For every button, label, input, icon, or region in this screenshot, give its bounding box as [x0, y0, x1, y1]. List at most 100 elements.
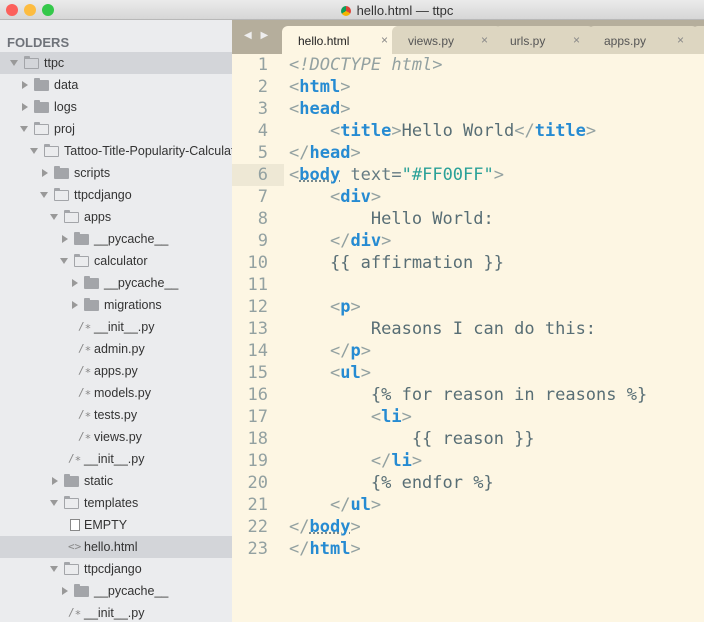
tree-item[interactable]: ttpcdjango	[0, 184, 232, 206]
tree-item[interactable]: templates	[0, 492, 232, 514]
tab-close-icon[interactable]: ×	[381, 33, 388, 47]
disclosure-closed-icon[interactable]	[22, 103, 28, 111]
tree-item[interactable]: /∗ admin.py	[0, 338, 232, 360]
tab-label: apps.py	[604, 34, 647, 48]
code-token: >	[370, 495, 382, 515]
tree-item[interactable]: scripts	[0, 162, 232, 184]
disclosure-closed-icon[interactable]	[62, 235, 68, 243]
line-number: 21	[247, 495, 268, 515]
tree-item[interactable]: __pycache__	[0, 272, 232, 294]
tree-item[interactable]: logs	[0, 96, 232, 118]
tree-item-label: __pycache__	[104, 276, 179, 290]
tree-item[interactable]: apps	[0, 206, 232, 228]
tab-close-icon[interactable]: ×	[573, 33, 580, 47]
disclosure-closed-icon[interactable]	[52, 477, 58, 485]
code-token: <	[370, 407, 382, 427]
line-number: 10	[247, 253, 268, 273]
disclosure-open-icon[interactable]	[50, 214, 58, 220]
disclosure-closed-icon[interactable]	[62, 587, 68, 595]
disclosure-open-icon[interactable]	[30, 148, 38, 154]
tree-item-label: __init__.py	[84, 606, 145, 620]
disclosure-open-icon[interactable]	[10, 60, 18, 66]
tree-item-label: Tattoo-Title-Popularity-Calculator	[64, 144, 232, 158]
tree-item[interactable]: ttpc	[0, 52, 232, 74]
disclosure-closed-icon[interactable]	[42, 169, 48, 177]
python-file-icon: /∗	[78, 342, 92, 355]
code-token: li	[391, 451, 412, 471]
code-token: <	[289, 165, 300, 185]
code-token: p	[340, 297, 351, 317]
tree-item[interactable]: /∗ __init__.py	[0, 316, 232, 338]
code-token: {{ reason }}	[289, 429, 535, 449]
tree-item[interactable]: <> hello.html	[0, 536, 232, 558]
tree-item[interactable]: EMPTY	[0, 514, 232, 536]
open-folder-icon	[63, 209, 79, 223]
disclosure-closed-icon[interactable]	[72, 301, 78, 309]
python-file-icon: /∗	[78, 364, 92, 377]
tree-item[interactable]: calculator	[0, 250, 232, 272]
code-token: </	[289, 143, 310, 163]
tab-urls-py[interactable]: urls.py ×	[494, 26, 594, 54]
tree-item[interactable]: __pycache__	[0, 228, 232, 250]
disclosure-closed-icon[interactable]	[72, 279, 78, 287]
disclosure-open-icon[interactable]	[20, 126, 28, 132]
code-line: 3 <head>	[232, 98, 704, 120]
folder-icon	[34, 78, 49, 91]
disclosure-open-icon[interactable]	[40, 192, 48, 198]
tree-item[interactable]: __pycache__	[0, 580, 232, 602]
tree-item[interactable]: Tattoo-Title-Popularity-Calculator	[0, 140, 232, 162]
tree-item-label: tests.py	[94, 408, 138, 422]
tree-item[interactable]: proj	[0, 118, 232, 140]
tab-overflow[interactable]	[692, 26, 704, 54]
tree-item[interactable]: /∗ views.py	[0, 426, 232, 448]
disclosure-open-icon[interactable]	[50, 500, 58, 506]
line-number: 22	[247, 517, 268, 537]
code-line: 8 Hello World:	[232, 208, 704, 230]
code-token: </	[289, 517, 310, 537]
tab-nav-arrows-icon[interactable]: ◀ ▶	[244, 30, 271, 41]
code-token: >	[350, 143, 361, 163]
tree-item[interactable]: /∗ __init__.py	[0, 602, 232, 622]
tab-close-icon[interactable]: ×	[677, 33, 684, 47]
tree-item[interactable]: /∗ apps.py	[0, 360, 232, 382]
code-token: head	[309, 143, 351, 163]
tree-item-label: EMPTY	[84, 518, 128, 532]
folder-icon	[84, 298, 99, 311]
line-number: 19	[247, 451, 268, 471]
tab-label: urls.py	[510, 34, 546, 48]
tree-item[interactable]: ttpcdjango	[0, 558, 232, 580]
disclosure-closed-icon[interactable]	[22, 81, 28, 89]
tree-item[interactable]: /∗ __init__.py	[0, 448, 232, 470]
tree-item[interactable]: static	[0, 470, 232, 492]
code-token: >	[381, 231, 392, 251]
tab-close-icon[interactable]: ×	[481, 33, 488, 47]
code-text: <p>	[289, 296, 361, 318]
code-line: 10 {{ affirmation }}	[232, 252, 704, 274]
code-token: Reasons I can do this:	[289, 319, 597, 339]
code-text: {% endfor %}	[289, 472, 494, 494]
code-token: >	[401, 407, 412, 427]
code-token: {% endfor %}	[289, 473, 494, 493]
tab-hello-html[interactable]: hello.html ×	[282, 26, 402, 54]
disclosure-open-icon[interactable]	[50, 566, 58, 572]
disclosure-open-icon[interactable]	[60, 258, 68, 264]
tab-apps-py[interactable]: apps.py ×	[588, 26, 698, 54]
tree-item[interactable]: /∗ models.py	[0, 382, 232, 404]
python-file-icon: /∗	[78, 320, 92, 333]
open-folder-icon	[63, 561, 79, 575]
window-title-text: hello.html — ttpc	[356, 3, 454, 18]
tree-item[interactable]: data	[0, 74, 232, 96]
code-text: <li>	[289, 406, 412, 428]
tree-item[interactable]: migrations	[0, 294, 232, 316]
tab-views-py[interactable]: views.py ×	[392, 26, 502, 54]
code-line: 9 </div>	[232, 230, 704, 252]
line-number: 6	[232, 164, 284, 186]
line-number: 15	[247, 363, 268, 383]
line-number: 4	[257, 121, 268, 141]
code-editor[interactable]: 1 <!DOCTYPE html> 2 <html> 3 <head> 4 <title>H…	[232, 54, 704, 622]
tree-item[interactable]: /∗ tests.py	[0, 404, 232, 426]
